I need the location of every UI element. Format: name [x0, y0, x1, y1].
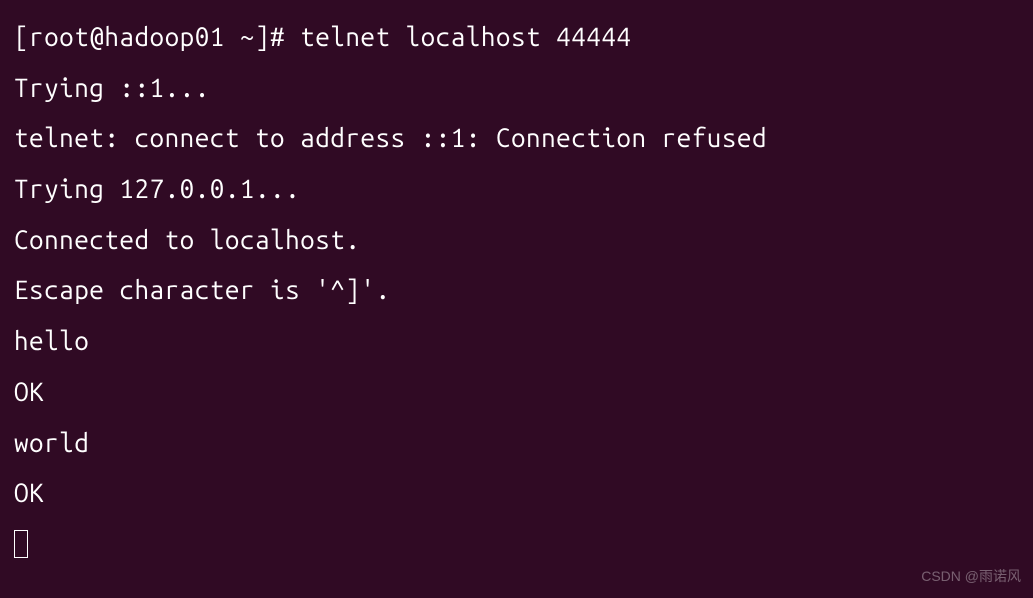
response-line: OK [14, 367, 1019, 418]
output-line: telnet: connect to address ::1: Connecti… [14, 113, 1019, 164]
watermark-text: CSDN @雨诺风 [921, 563, 1021, 590]
output-line: Trying 127.0.0.1... [14, 164, 1019, 215]
output-line: Connected to localhost. [14, 215, 1019, 266]
terminal-cursor[interactable] [14, 530, 28, 558]
command-text: telnet localhost 44444 [300, 22, 631, 51]
input-line: world [14, 418, 1019, 469]
input-line: hello [14, 316, 1019, 367]
shell-prompt: [root@hadoop01 ~]# [14, 22, 300, 51]
output-line: Escape character is '^]'. [14, 265, 1019, 316]
terminal-output[interactable]: [root@hadoop01 ~]# telnet localhost 4444… [14, 12, 1019, 570]
response-line: OK [14, 468, 1019, 519]
output-line: Trying ::1... [14, 63, 1019, 114]
prompt-line: [root@hadoop01 ~]# telnet localhost 4444… [14, 12, 1019, 63]
